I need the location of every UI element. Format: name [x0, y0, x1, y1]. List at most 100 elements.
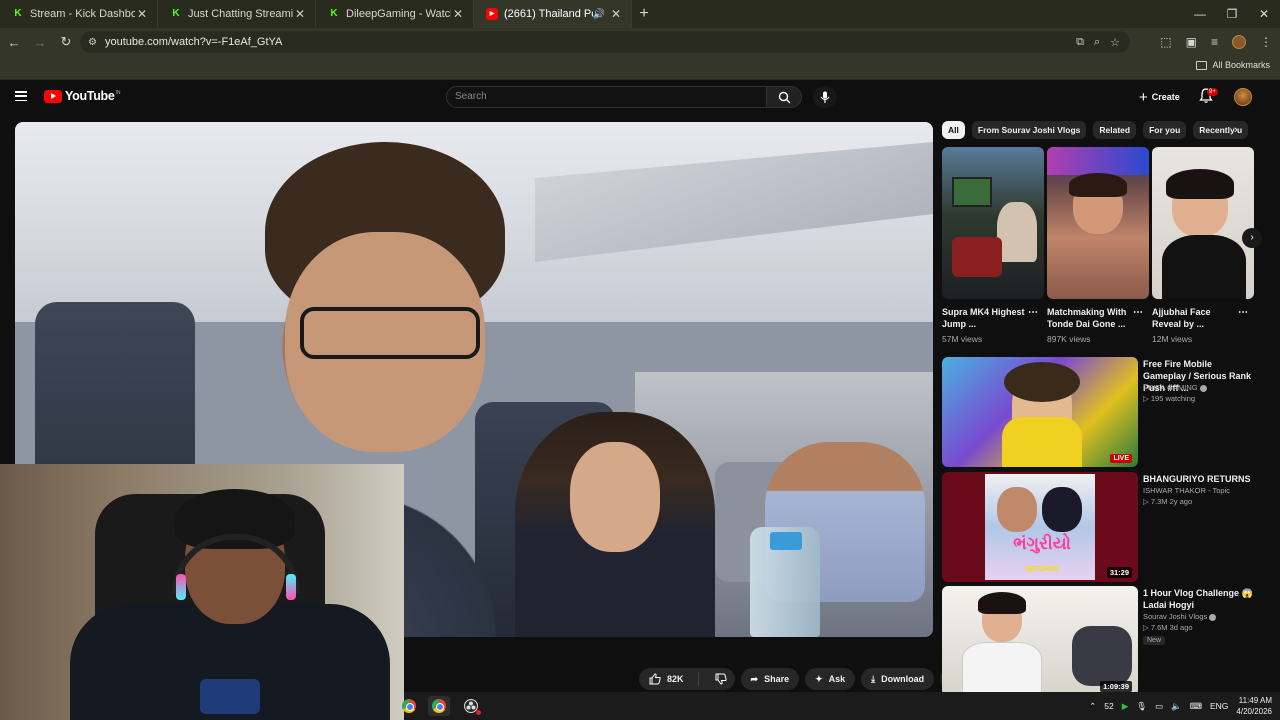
- extensions-icon[interactable]: ⬚: [1160, 35, 1171, 49]
- short-item[interactable]: Supra MK4 Highest Jump ... 57M views ⋯: [942, 147, 1044, 347]
- channel-name[interactable]: PRIEA GAMING: [1143, 383, 1207, 392]
- thumbnail-title-text: ભંગુરીયો: [1013, 534, 1071, 554]
- youtube-play-icon: [44, 89, 62, 103]
- microphone-tray-icon[interactable]: 🎙: [1136, 701, 1147, 712]
- channel-name[interactable]: ISHWAR THAKOR - Topic: [1143, 486, 1230, 495]
- create-button[interactable]: + Create: [1135, 86, 1187, 108]
- forward-button[interactable]: →: [28, 35, 52, 50]
- language-indicator[interactable]: ENG: [1210, 701, 1228, 711]
- voice-search-button[interactable]: [813, 86, 837, 108]
- download-button[interactable]: ⤓ Download: [861, 668, 935, 690]
- like-count: 82K: [667, 674, 684, 684]
- ask-label: Ask: [828, 674, 846, 684]
- clock[interactable]: 11:49 AM 4/20/2026: [1236, 695, 1272, 717]
- chevron-right-icon[interactable]: ›: [1234, 124, 1238, 136]
- tab-dileepgaming[interactable]: K DileepGaming - Watch the VOD ✕: [316, 0, 474, 28]
- share-button[interactable]: ➦ Share: [740, 668, 800, 690]
- short-title[interactable]: Matchmaking With Tonde Dai Gone ...: [1047, 306, 1131, 330]
- short-thumbnail[interactable]: [1047, 147, 1149, 299]
- short-item[interactable]: Matchmaking With Tonde Dai Gone ... 897K…: [1047, 147, 1149, 347]
- short-views: 897K views: [1047, 334, 1091, 344]
- chip-from-channel[interactable]: From Sourav Joshi Vlogs: [971, 121, 1087, 139]
- back-button[interactable]: ←: [2, 35, 26, 50]
- short-title[interactable]: Ajjubhai Face Reveal by ...: [1152, 306, 1236, 330]
- tab-kick-dashboard[interactable]: K Stream - Kick Dashboard ✕: [0, 0, 158, 28]
- video-thumbnail[interactable]: 1:09:39: [942, 586, 1138, 696]
- new-tab-button[interactable]: +: [632, 5, 656, 23]
- video-meta: ▷ 7.3M 2y ago: [1143, 497, 1192, 506]
- minimize-button[interactable]: —: [1184, 0, 1216, 28]
- sparkle-icon: ✦: [815, 673, 823, 684]
- related-video-item[interactable]: LIVE Free Fire Mobile Gameplay / Serious…: [942, 357, 1256, 467]
- video-thumbnail[interactable]: LIVE: [942, 357, 1138, 467]
- search-button[interactable]: [767, 86, 802, 108]
- short-title[interactable]: Supra MK4 Highest Jump ...: [942, 306, 1026, 330]
- notifications-button[interactable]: 9+: [1199, 88, 1218, 106]
- chip-related[interactable]: Related: [1093, 121, 1137, 139]
- cast-icon[interactable]: ⧉: [1076, 36, 1084, 49]
- sidebar-icon[interactable]: ▣: [1186, 35, 1197, 49]
- chip-recently-uploaded[interactable]: Recently u: [1193, 121, 1249, 139]
- screen: K Stream - Kick Dashboard ✕ K Just Chatt…: [0, 0, 1280, 720]
- bookmark-star-icon[interactable]: ☆: [1110, 36, 1120, 49]
- network-icon[interactable]: ▭: [1155, 701, 1163, 712]
- address-bar[interactable]: ⚙ youtube.com/watch?v=-F1eAf_GtYA ⧉ ⌕ ☆: [80, 31, 1130, 53]
- zoom-icon[interactable]: ⌕: [1094, 36, 1100, 49]
- search-input[interactable]: Search: [446, 86, 767, 108]
- short-thumbnail[interactable]: [1152, 147, 1254, 299]
- taskbar-chrome-active[interactable]: [428, 696, 450, 716]
- tab-youtube-active[interactable]: ▶ (2661) Thailand Pohoch Ga 🔊 ✕: [474, 0, 632, 28]
- speaker-icon[interactable]: 🔊: [593, 9, 605, 20]
- channel-name[interactable]: Sourav Joshi Vlogs: [1143, 612, 1217, 621]
- related-video-item[interactable]: 1:09:39 1 Hour Vlog Challenge 😱 Ladai Ho…: [942, 586, 1256, 696]
- reload-button[interactable]: ↻: [54, 34, 78, 50]
- video-meta-text: 7.3M 2y ago: [1150, 497, 1193, 506]
- short-thumbnail[interactable]: [942, 147, 1044, 299]
- hamburger-menu-icon[interactable]: [15, 91, 27, 101]
- more-vert-icon[interactable]: ⋯: [1238, 307, 1248, 318]
- youtube-logo[interactable]: YouTube IN: [44, 89, 121, 103]
- menu-icon[interactable]: ⋮: [1260, 35, 1272, 49]
- profile-avatar[interactable]: [1232, 35, 1246, 49]
- close-icon[interactable]: ✕: [135, 7, 149, 21]
- video-thumbnail[interactable]: ભંગુરીયો RETURNS 31:29: [942, 472, 1138, 582]
- browser-toolbar: ← → ↻ ⚙ youtube.com/watch?v=-F1eAf_GtYA …: [0, 28, 1280, 56]
- media-icon[interactable]: ≡: [1211, 35, 1218, 49]
- volume-icon[interactable]: 🔈: [1171, 701, 1182, 712]
- like-button[interactable]: 82K: [639, 668, 692, 690]
- all-bookmarks-label: All Bookmarks: [1212, 60, 1270, 70]
- more-vert-icon[interactable]: ⋯: [1028, 307, 1038, 318]
- youtube-icon: ▶: [486, 8, 498, 20]
- ask-button[interactable]: ✦ Ask: [805, 668, 856, 690]
- video-title[interactable]: 1 Hour Vlog Challenge 😱 Ladai Hogyi: [1143, 587, 1255, 611]
- chip-for-you[interactable]: For you: [1143, 121, 1187, 139]
- play-icon[interactable]: ▶: [1122, 701, 1129, 712]
- taskbar-chrome[interactable]: [398, 696, 420, 716]
- close-icon[interactable]: ✕: [293, 7, 307, 21]
- close-icon[interactable]: ✕: [451, 7, 465, 21]
- more-vert-icon[interactable]: ⋯: [1133, 307, 1143, 318]
- verified-icon: [1209, 613, 1217, 621]
- tab-just-chatting[interactable]: K Just Chatting Streaming - Live S ✕: [158, 0, 316, 28]
- recording-indicator: [476, 710, 481, 715]
- taskbar-obs[interactable]: [460, 696, 482, 716]
- chevron-up-icon[interactable]: ⌃: [1089, 701, 1096, 712]
- system-tray: ⌃ 52 ▶ 🎙 ▭ 🔈 ⌨ ENG 11:49 AM 4/20/2026: [1089, 692, 1280, 720]
- short-views: 12M views: [1152, 334, 1193, 344]
- close-icon[interactable]: ✕: [609, 7, 623, 21]
- dislike-button[interactable]: [705, 668, 735, 690]
- close-window-button[interactable]: ✕: [1248, 0, 1280, 28]
- account-avatar[interactable]: [1234, 88, 1252, 106]
- temperature[interactable]: 52: [1104, 701, 1113, 711]
- site-info-icon[interactable]: ⚙: [88, 37, 97, 48]
- related-video-item[interactable]: ભંગુરીયો RETURNS 31:29 BHANGURIYO RETURN…: [942, 472, 1256, 582]
- chip-all[interactable]: All: [942, 121, 965, 139]
- all-bookmarks-button[interactable]: All Bookmarks: [1196, 60, 1270, 70]
- shorts-next-button[interactable]: ›: [1242, 228, 1262, 248]
- keyboard-icon[interactable]: ⌨: [1190, 701, 1202, 712]
- video-meta: ▷ 195 watching: [1143, 394, 1195, 403]
- restore-button[interactable]: ❐: [1216, 0, 1248, 28]
- short-item[interactable]: Ajjubhai Face Reveal by ... 12M views ⋯: [1152, 147, 1254, 347]
- thumbs-up-icon: [649, 673, 661, 685]
- video-title[interactable]: BHANGURIYO RETURNS: [1143, 473, 1255, 485]
